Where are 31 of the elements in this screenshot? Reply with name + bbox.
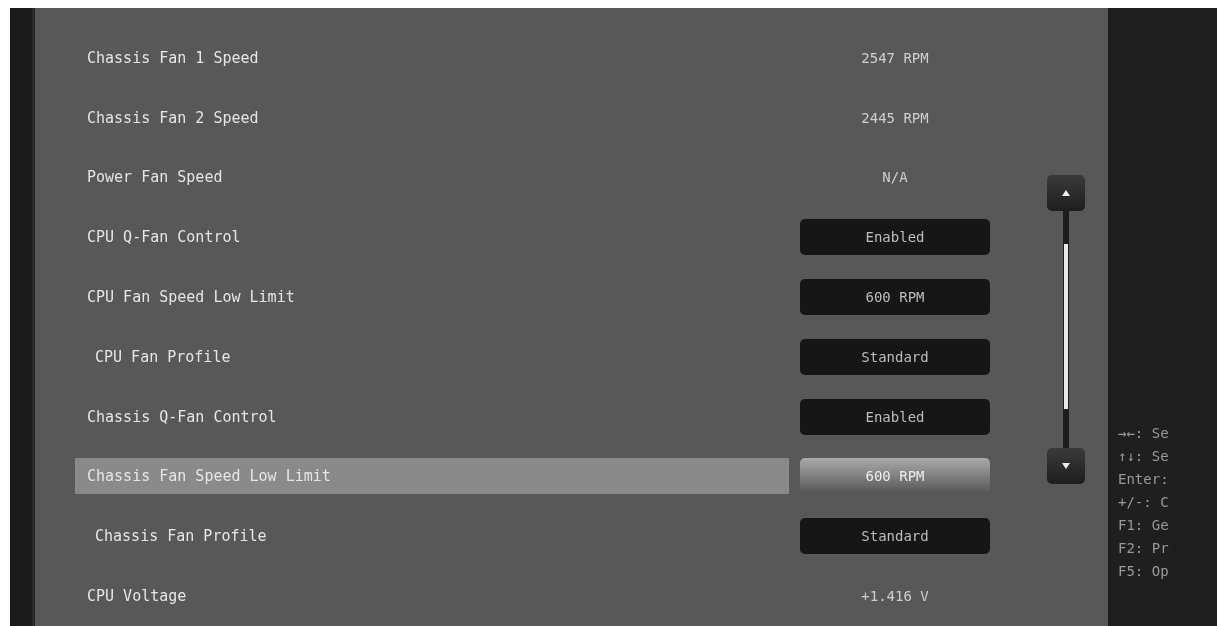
help-text: F2: Pr (1118, 539, 1170, 558)
setting-label[interactable]: Power Fan Speed (75, 159, 789, 196)
scroll-up-button[interactable] (1047, 175, 1085, 211)
help-text: F5: Op (1118, 562, 1170, 581)
setting-label[interactable]: Chassis Fan 1 Speed (75, 39, 789, 76)
option-button[interactable]: 600 RPM (800, 279, 990, 316)
scroll-down-button[interactable] (1047, 448, 1085, 484)
setting-label[interactable]: CPU Voltage (75, 578, 789, 615)
help-text: +/-: C (1118, 493, 1170, 512)
option-button[interactable]: Enabled (800, 219, 990, 256)
value-text: 2547 RPM (860, 49, 930, 66)
option-button[interactable]: Standard (800, 338, 990, 375)
up-arrow-icon (1061, 189, 1071, 197)
setting-label[interactable]: CPU Fan Speed Low Limit (75, 279, 789, 316)
help-text: →←: Se (1118, 424, 1170, 443)
value-text: 2445 RPM (860, 109, 930, 126)
scrollbar-track[interactable] (1063, 211, 1069, 448)
value-text: +1.416 V (860, 588, 930, 605)
scrollbar-thumb[interactable] (1064, 244, 1068, 409)
setting-label[interactable]: CPU Fan Profile (75, 338, 789, 375)
setting-label[interactable]: Chassis Q-Fan Control (75, 398, 789, 435)
setting-label[interactable]: Chassis Fan 2 Speed (75, 99, 789, 136)
value-text: N/A (881, 169, 909, 186)
help-text: Enter: (1118, 470, 1170, 489)
option-button[interactable]: Standard (800, 518, 990, 555)
down-arrow-icon (1061, 462, 1071, 470)
help-text: F1: Ge (1118, 516, 1170, 535)
option-button[interactable]: Enabled (800, 398, 990, 435)
setting-label[interactable]: Chassis Fan Profile (75, 518, 789, 555)
help-text: ↑↓: Se (1118, 447, 1170, 466)
setting-label[interactable]: CPU Q-Fan Control (75, 219, 789, 256)
